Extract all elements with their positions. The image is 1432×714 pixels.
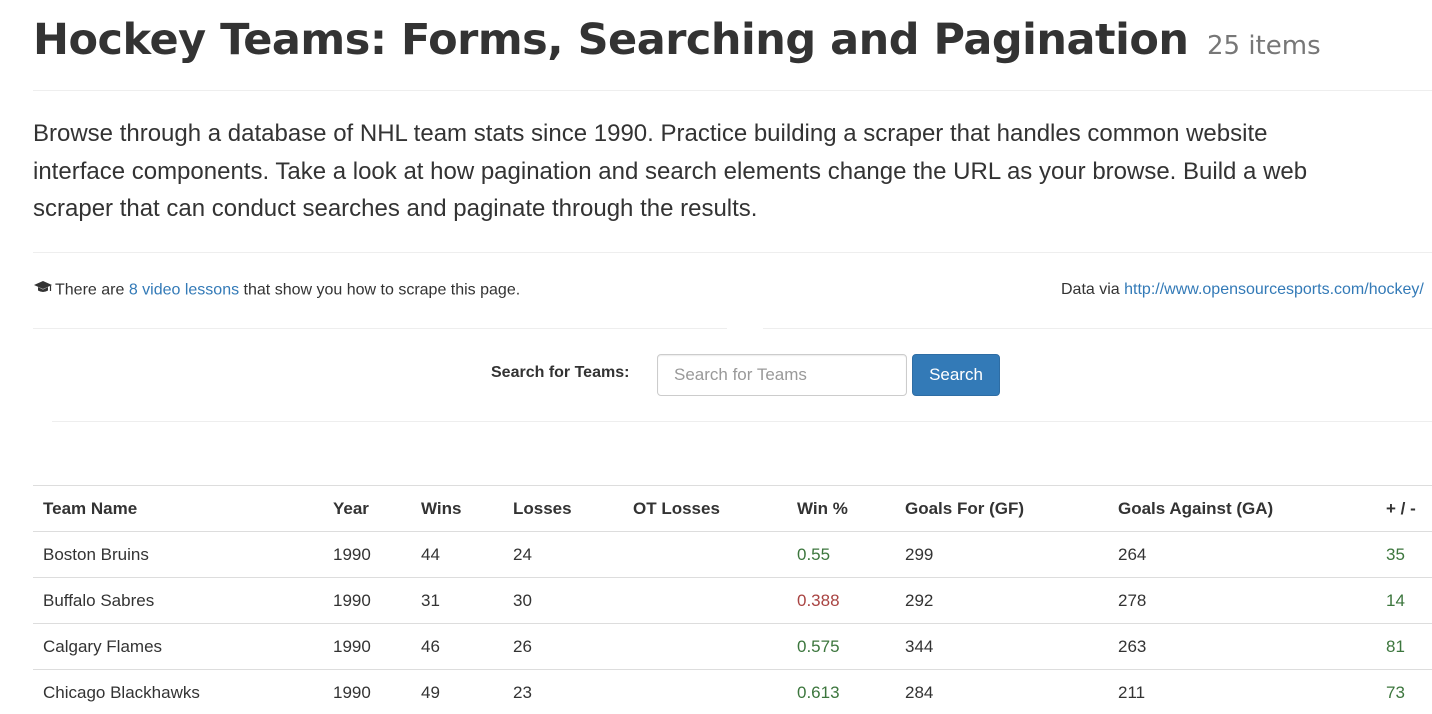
column-header-year: Year bbox=[323, 485, 411, 532]
ot-losses-cell bbox=[623, 623, 787, 670]
data-source-link[interactable]: http://www.opensourcesports.com/hockey/ bbox=[1124, 281, 1424, 298]
ot-losses-cell bbox=[623, 577, 787, 624]
lead-description: Browse through a database of NHL team st… bbox=[33, 115, 1432, 228]
table-header-row: Team Name Year Wins Losses OT Losses Win… bbox=[33, 485, 1432, 532]
column-header-goals-for: Goals For (GF) bbox=[895, 485, 1108, 532]
table-row: Calgary Flames 1990 46 26 0.575 344 263 81 bbox=[33, 623, 1432, 670]
losses-cell: 24 bbox=[503, 531, 623, 578]
year-cell: 1990 bbox=[323, 669, 411, 714]
losses-cell: 26 bbox=[503, 623, 623, 670]
data-source-note: Data via http://www.opensourcesports.com… bbox=[1061, 279, 1424, 301]
video-lessons-note: There are 8 video lessons that show you … bbox=[33, 279, 520, 302]
divider bbox=[33, 252, 1432, 253]
page-title-text: Hockey Teams: Forms, Searching and Pagin… bbox=[33, 15, 1189, 65]
losses-cell: 30 bbox=[503, 577, 623, 624]
page: Hockey Teams: Forms, Searching and Pagin… bbox=[0, 0, 1432, 714]
team-name-cell: Buffalo Sabres bbox=[33, 577, 323, 624]
video-lessons-prefix: There are bbox=[55, 281, 129, 299]
wins-cell: 44 bbox=[411, 531, 503, 578]
wins-cell: 46 bbox=[411, 623, 503, 670]
column-header-win-pct: Win % bbox=[787, 485, 895, 532]
year-cell: 1990 bbox=[323, 623, 411, 670]
year-cell: 1990 bbox=[323, 577, 411, 624]
goals-for-cell: 292 bbox=[895, 577, 1108, 624]
win-pct-cell: 0.388 bbox=[787, 577, 895, 624]
table-row: Buffalo Sabres 1990 31 30 0.388 292 278 14 bbox=[33, 577, 1432, 624]
page-header: Hockey Teams: Forms, Searching and Pagin… bbox=[33, 10, 1432, 91]
column-header-losses: Losses bbox=[503, 485, 623, 532]
data-source-prefix: Data via bbox=[1061, 281, 1125, 298]
goals-for-cell: 284 bbox=[895, 669, 1108, 714]
losses-cell: 23 bbox=[503, 669, 623, 714]
goals-for-cell: 299 bbox=[895, 531, 1108, 578]
lead-line-2: interface components. Take a look at how… bbox=[33, 157, 1308, 185]
goals-against-cell: 278 bbox=[1108, 577, 1376, 624]
plus-minus-cell: 73 bbox=[1376, 669, 1432, 714]
divider bbox=[763, 328, 1432, 329]
team-name-cell: Calgary Flames bbox=[33, 623, 323, 670]
wins-cell: 31 bbox=[411, 577, 503, 624]
lead-line-3: scraper that can conduct searches and pa… bbox=[33, 195, 758, 222]
win-pct-cell: 0.613 bbox=[787, 669, 895, 714]
ot-losses-cell bbox=[623, 669, 787, 714]
column-header-ot-losses: OT Losses bbox=[623, 485, 787, 532]
divider bbox=[33, 328, 727, 329]
goals-for-cell: 344 bbox=[895, 623, 1108, 670]
table-row: Chicago Blackhawks 1990 49 23 0.613 284 211 73 bbox=[33, 669, 1432, 714]
search-label: Search for Teams: bbox=[491, 364, 630, 381]
search-input[interactable] bbox=[657, 354, 907, 396]
video-lessons-link[interactable]: 8 video lessons bbox=[129, 282, 239, 299]
goals-against-cell: 211 bbox=[1108, 669, 1376, 714]
column-header-goals-against: Goals Against (GA) bbox=[1108, 485, 1376, 532]
team-name-cell: Boston Bruins bbox=[33, 531, 323, 578]
table-row: Boston Bruins 1990 44 24 0.55 299 264 35 bbox=[33, 531, 1432, 578]
search-button[interactable]: Search bbox=[912, 354, 1000, 396]
item-count: 25 items bbox=[1206, 31, 1321, 61]
table-body: Boston Bruins 1990 44 24 0.55 299 264 35 Buffalo… bbox=[33, 531, 1432, 714]
win-pct-cell: 0.55 bbox=[787, 531, 895, 578]
goals-against-cell: 264 bbox=[1108, 531, 1376, 578]
column-header-plus-minus: + / - bbox=[1376, 485, 1432, 532]
lead-line-1: Browse through a database of NHL team st… bbox=[33, 120, 1268, 147]
goals-against-cell: 263 bbox=[1108, 623, 1376, 670]
plus-minus-cell: 81 bbox=[1376, 623, 1432, 670]
column-header-team-name: Team Name bbox=[33, 485, 323, 532]
video-lessons-suffix: that show you how to scrape this page. bbox=[239, 281, 521, 299]
page-title: Hockey Teams: Forms, Searching and Pagin… bbox=[33, 10, 1432, 76]
year-cell: 1990 bbox=[323, 531, 411, 578]
team-name-cell: Chicago Blackhawks bbox=[33, 669, 323, 714]
ot-losses-cell bbox=[623, 531, 787, 578]
plus-minus-cell: 14 bbox=[1376, 577, 1432, 624]
divider bbox=[52, 421, 1432, 422]
column-header-wins: Wins bbox=[411, 485, 503, 532]
plus-minus-cell: 35 bbox=[1376, 531, 1432, 578]
teams-table: Team Name Year Wins Losses OT Losses Win… bbox=[33, 485, 1432, 714]
win-pct-cell: 0.575 bbox=[787, 623, 895, 670]
graduation-cap-icon bbox=[33, 279, 53, 302]
wins-cell: 49 bbox=[411, 669, 503, 714]
